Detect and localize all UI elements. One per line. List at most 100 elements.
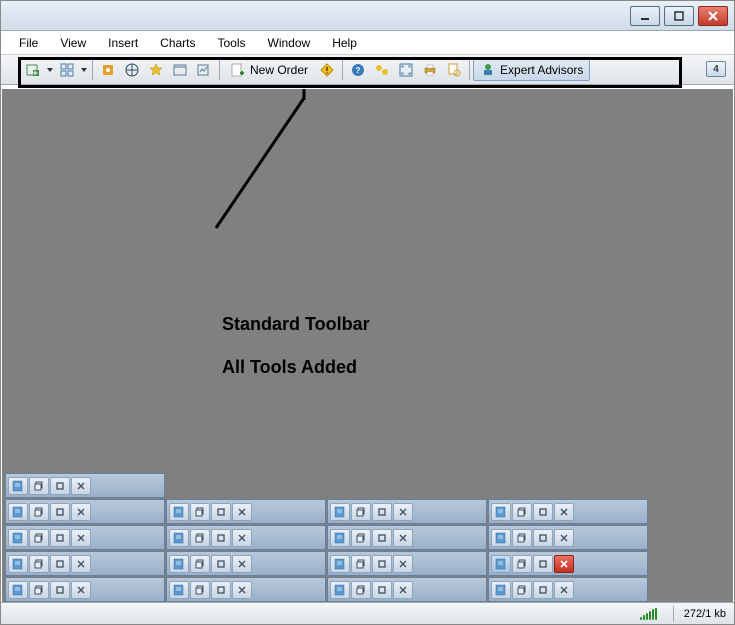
chart-icon[interactable] [330,555,350,573]
restore-window-button[interactable] [512,529,532,547]
close-window-button[interactable] [71,555,91,573]
chart-icon[interactable] [330,529,350,547]
menu-insert[interactable]: Insert [98,33,148,53]
signals-button[interactable] [370,59,394,81]
close-window-button[interactable] [393,503,413,521]
maximize-window-button[interactable] [211,503,231,521]
maximize-window-button[interactable] [211,529,231,547]
new-chart-button[interactable] [21,59,45,81]
chart-icon[interactable] [169,581,189,599]
profiles-dropdown[interactable] [79,59,89,81]
close-window-button[interactable] [232,555,252,573]
chart-icon[interactable] [491,503,511,521]
minimized-chart-window [5,551,165,576]
chart-icon[interactable] [169,503,189,521]
maximize-window-button[interactable] [50,581,70,599]
close-window-button[interactable] [71,581,91,599]
metaquotes-button[interactable]: ? [346,59,370,81]
restore-window-button[interactable] [512,581,532,599]
close-window-button[interactable] [554,581,574,599]
restore-window-button[interactable] [29,581,49,599]
chart-icon[interactable] [330,581,350,599]
close-window-button[interactable] [71,477,91,495]
chart-icon[interactable] [330,503,350,521]
data-window-button[interactable] [144,59,168,81]
restore-window-button[interactable] [351,529,371,547]
close-window-button[interactable] [554,529,574,547]
minimized-chart-window [488,577,648,602]
restore-window-button[interactable] [190,529,210,547]
close-window-button[interactable] [71,503,91,521]
maximize-window-button[interactable] [372,581,392,599]
alert-button[interactable] [315,59,339,81]
menu-file[interactable]: File [9,33,48,53]
menu-window[interactable]: Window [258,33,321,53]
chart-icon[interactable] [491,529,511,547]
maximize-window-button[interactable] [372,503,392,521]
close-window-button[interactable] [393,581,413,599]
maximize-window-button[interactable] [211,581,231,599]
restore-window-button[interactable] [512,503,532,521]
chart-icon[interactable] [8,477,28,495]
menu-tools[interactable]: Tools [208,33,256,53]
strategy-tester-button[interactable] [192,59,216,81]
maximize-window-button[interactable] [533,555,553,573]
maximize-window-button[interactable] [372,529,392,547]
restore-window-button[interactable] [190,581,210,599]
navigator-button[interactable] [120,59,144,81]
maximize-window-button[interactable] [50,503,70,521]
menu-view[interactable]: View [50,33,96,53]
market-watch-button[interactable] [96,59,120,81]
maximize-window-button[interactable] [533,581,553,599]
close-window-button[interactable] [232,503,252,521]
new-order-button[interactable]: New Order [223,59,315,81]
maximize-window-button[interactable] [533,503,553,521]
maximize-window-button[interactable] [211,555,231,573]
restore-window-button[interactable] [190,503,210,521]
close-window-button[interactable] [554,503,574,521]
restore-window-button[interactable] [190,555,210,573]
minimize-button[interactable] [630,6,660,26]
close-button[interactable] [698,6,728,26]
maximize-window-button[interactable] [372,555,392,573]
chart-icon[interactable] [8,529,28,547]
fullscreen-button[interactable] [394,59,418,81]
maximize-button[interactable] [664,6,694,26]
close-window-button[interactable] [393,529,413,547]
restore-window-button[interactable] [29,529,49,547]
notification-badge[interactable]: 4 [706,61,726,77]
maximize-window-button[interactable] [50,477,70,495]
close-window-button[interactable] [554,555,574,573]
restore-window-button[interactable] [29,503,49,521]
maximize-window-button[interactable] [50,555,70,573]
menu-help[interactable]: Help [322,33,367,53]
minimized-chart-window [327,577,487,602]
maximize-window-button[interactable] [533,529,553,547]
minimized-chart-window [166,577,326,602]
terminal-button[interactable] [168,59,192,81]
print-button[interactable] [418,59,442,81]
maximize-window-button[interactable] [50,529,70,547]
chart-icon[interactable] [8,581,28,599]
restore-window-button[interactable] [29,477,49,495]
chart-icon[interactable] [8,503,28,521]
menu-charts[interactable]: Charts [150,33,205,53]
close-window-button[interactable] [393,555,413,573]
print-preview-button[interactable] [442,59,466,81]
restore-window-button[interactable] [351,581,371,599]
new-chart-dropdown[interactable] [45,59,55,81]
close-window-button[interactable] [232,581,252,599]
chart-icon[interactable] [491,555,511,573]
chart-icon[interactable] [8,555,28,573]
chart-icon[interactable] [169,555,189,573]
chart-icon[interactable] [169,529,189,547]
restore-window-button[interactable] [351,555,371,573]
restore-window-button[interactable] [512,555,532,573]
restore-window-button[interactable] [29,555,49,573]
close-window-button[interactable] [71,529,91,547]
close-window-button[interactable] [232,529,252,547]
restore-window-button[interactable] [351,503,371,521]
chart-icon[interactable] [491,581,511,599]
profiles-button[interactable] [55,59,79,81]
expert-advisors-button[interactable]: Expert Advisors [473,59,590,81]
